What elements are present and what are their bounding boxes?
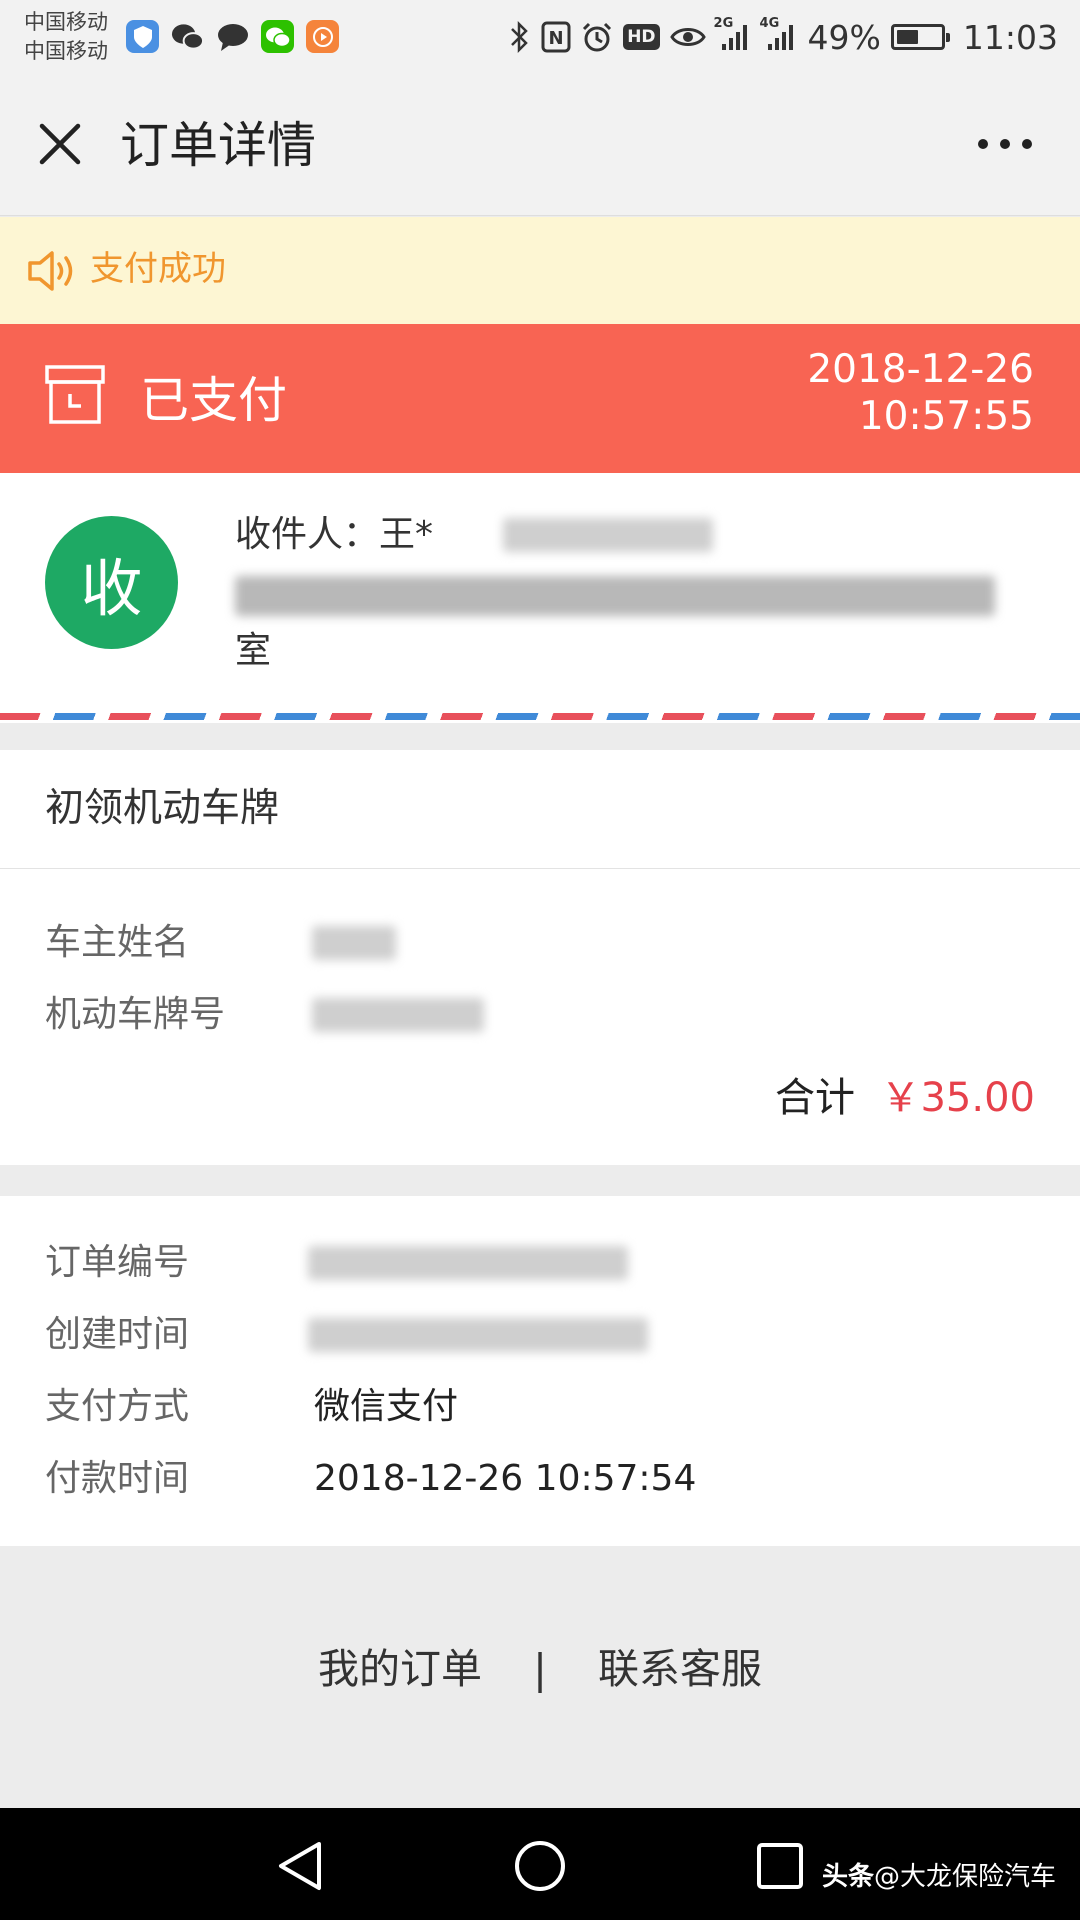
order-number-redacted (308, 1246, 628, 1280)
shield-app-icon (126, 20, 159, 53)
notification-icons (126, 20, 339, 53)
recipient-avatar: 收 (45, 516, 178, 649)
order-number-label: 订单编号 (45, 1242, 190, 1283)
status-time: 10:57:55 (858, 394, 1034, 439)
status-bar: 中国移动 中国移动 N HD 2G 4G 49% 11:03 (0, 0, 1080, 74)
airmail-border (0, 713, 1080, 720)
footer-separator: | (533, 1645, 547, 1693)
address-redacted-block (235, 576, 995, 616)
recipient-line: 收件人：王* (235, 511, 714, 559)
title-bar: 订单详情 (0, 74, 1080, 216)
recents-square-icon (757, 1843, 803, 1889)
battery-percent: 49% (807, 17, 881, 57)
more-button[interactable] (970, 114, 1040, 174)
total-label: 合计 (775, 1075, 855, 1121)
watermark: 头条@大龙保险汽车 (822, 1860, 1056, 1894)
owner-label: 车主姓名 (45, 922, 190, 963)
order-info-card: 订单编号 创建时间 支付方式 微信支付 付款时间 2018-12-26 10:5… (0, 1196, 1080, 1546)
bluetooth-icon (509, 20, 531, 54)
video-app-icon (306, 20, 339, 53)
contact-service-link[interactable]: 联系客服 (598, 1640, 762, 1698)
pay-method-value: 微信支付 (314, 1386, 459, 1427)
created-time-label: 创建时间 (45, 1314, 190, 1355)
owner-redacted (312, 926, 396, 960)
my-orders-link[interactable]: 我的订单 (318, 1640, 482, 1698)
recents-button[interactable] (750, 1836, 810, 1896)
net-2g-label: 2G (713, 16, 734, 31)
footer-links: 我的订单 | 联系客服 (0, 1640, 1080, 1698)
wechat-icon (171, 20, 204, 53)
signal-2g-icon: 2G (714, 16, 752, 52)
product-card: 初领机动车牌 车主姓名 机动车牌号 合计 ￥35.00 (0, 750, 1080, 1165)
home-button[interactable] (510, 1836, 570, 1896)
carrier-2: 中国移动 (24, 39, 108, 63)
page-title: 订单详情 (120, 117, 317, 174)
net-4g-label: 4G (759, 16, 780, 31)
address-tail: 室 (235, 630, 272, 671)
pay-time-value: 2018-12-26 10:57:54 (314, 1458, 697, 1499)
battery-icon (890, 24, 950, 50)
watermark-brand: 头条 (821, 1862, 874, 1892)
battery-fill (896, 30, 918, 44)
created-time-redacted (308, 1318, 648, 1352)
phone-redacted (503, 518, 714, 552)
nfc-label: N (549, 28, 564, 49)
notice-bar: 支付成功 (0, 217, 1080, 324)
more-dots-icon (978, 139, 1032, 149)
recipient-name: 收件人：王* (235, 514, 434, 555)
address-redacted (235, 576, 995, 618)
shipping-address-card: 收 收件人：王* 室 (0, 473, 1080, 723)
notice-text: 支付成功 (90, 249, 226, 289)
total-price: ￥35.00 (880, 1075, 1035, 1121)
speaker-icon (26, 249, 78, 297)
package-box-icon (44, 364, 106, 430)
message-icon (216, 20, 249, 53)
alarm-icon (581, 21, 613, 53)
order-status-label: 已支付 (140, 372, 288, 429)
carrier-1: 中国移动 (24, 10, 108, 34)
plate-label: 机动车牌号 (45, 994, 226, 1035)
pay-method-label: 支付方式 (45, 1386, 190, 1427)
signal-4g-icon: 4G (760, 16, 798, 52)
close-button[interactable] (30, 114, 90, 174)
watermark-handle: @大龙保险汽车 (873, 1862, 1056, 1892)
system-nav-bar: 头条@大龙保险汽车 (0, 1808, 1080, 1920)
back-button[interactable] (270, 1836, 330, 1896)
carrier-labels: 中国移动 中国移动 (24, 8, 108, 66)
divider (0, 868, 1080, 869)
close-icon (39, 123, 81, 165)
order-status-datetime: 2018-12-26 10:57:55 (807, 346, 1034, 440)
wechat-app-icon (261, 20, 294, 53)
back-triangle-icon (279, 1842, 321, 1890)
status-date: 2018-12-26 (807, 347, 1034, 392)
system-indicators: N HD 2G 4G 49% 11:03 (509, 12, 1058, 62)
eye-comfort-icon (669, 24, 706, 50)
plate-redacted (312, 998, 484, 1032)
clock: 11:03 (962, 17, 1058, 57)
home-circle-icon (515, 1841, 565, 1891)
pay-time-label: 付款时间 (45, 1458, 190, 1499)
hd-badge: HD (623, 24, 660, 50)
nfc-icon: N (541, 21, 571, 53)
product-name: 初领机动车牌 (45, 786, 280, 831)
order-status-band: 已支付 2018-12-26 10:57:55 (0, 324, 1080, 473)
